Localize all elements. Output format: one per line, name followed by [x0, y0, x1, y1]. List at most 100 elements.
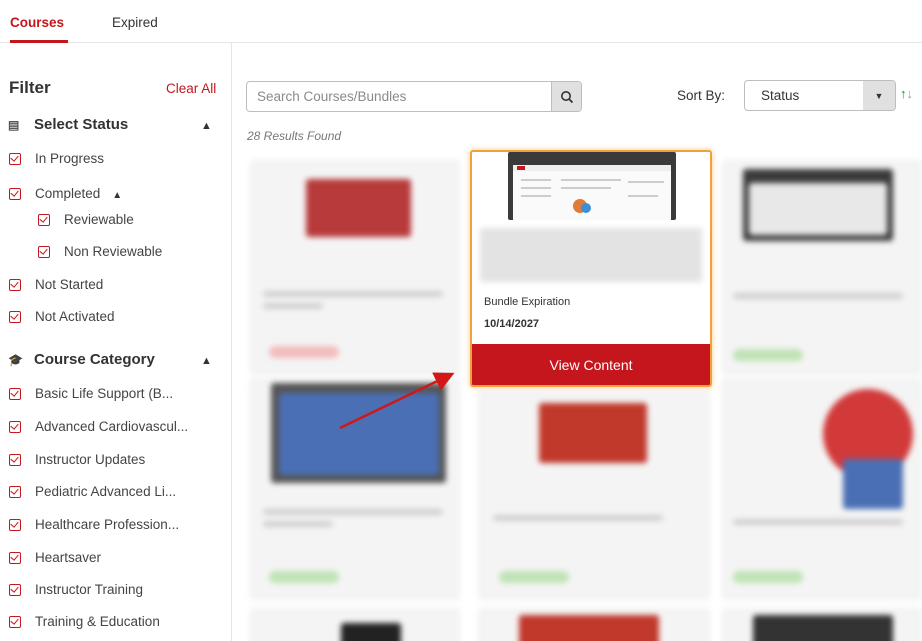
sort-select[interactable]: Status ▼	[744, 80, 896, 111]
checkbox-label: In Progress	[35, 151, 105, 166]
checkbox-label: Instructor Training	[35, 582, 144, 597]
course-title-placeholder	[493, 515, 663, 521]
chevron-down-icon[interactable]: ▼	[863, 81, 895, 110]
bundle-thumbnail-screen	[513, 165, 671, 220]
course-card[interactable]	[478, 390, 710, 600]
checkbox-checked-icon[interactable]	[9, 153, 21, 165]
featured-bundle-card[interactable]: Bundle Expiration 10/14/2027 View Conten…	[470, 150, 712, 387]
sort-select-value: Status	[761, 88, 800, 103]
status-non-reviewable-checkbox[interactable]: Non Reviewable	[38, 243, 162, 261]
checkbox-label: Heartsaver	[35, 550, 102, 565]
expiration-date: 10/14/2027	[484, 318, 540, 330]
course-thumbnail-detail	[843, 459, 903, 509]
search-button[interactable]	[551, 82, 581, 111]
category-checkbox[interactable]: Heartsaver	[9, 549, 101, 567]
checkbox-label: Training & Education	[35, 614, 160, 629]
filter-title: Filter	[9, 78, 51, 97]
status-in-progress-checkbox[interactable]: In Progress	[9, 150, 104, 168]
checkbox-checked-icon[interactable]	[9, 388, 21, 400]
checkbox-checked-icon[interactable]	[9, 311, 21, 323]
bundle-thumbnail	[508, 152, 676, 220]
checkbox-label: Pediatric Advanced Li...	[35, 484, 177, 499]
course-title-placeholder	[733, 293, 903, 299]
thumbnail-logo	[517, 166, 525, 170]
chevron-up-icon[interactable]: ▲	[112, 190, 122, 201]
category-checkbox[interactable]: Advanced Cardiovascul...	[9, 418, 188, 436]
course-card[interactable]	[250, 378, 460, 600]
tab-courses[interactable]: Courses	[10, 15, 64, 30]
checkbox-checked-icon[interactable]	[9, 519, 21, 531]
select-status-header[interactable]: ▤ Select Status	[8, 116, 128, 133]
checkbox-checked-icon[interactable]	[9, 188, 21, 200]
course-card[interactable]	[250, 160, 460, 375]
course-card[interactable]	[722, 378, 922, 600]
category-checkbox[interactable]: Healthcare Profession...	[9, 516, 179, 534]
course-card[interactable]	[722, 608, 922, 641]
filter-sidebar: Filter Clear All ▤ Select Status ▲ In Pro…	[0, 43, 232, 641]
category-checkbox[interactable]: Training & Education	[9, 613, 160, 631]
thumbnail-line	[561, 179, 621, 181]
category-checkbox[interactable]: Basic Life Support (B...	[9, 385, 173, 403]
thumbnail-line	[521, 179, 551, 181]
course-card[interactable]	[250, 608, 460, 641]
checkbox-checked-icon[interactable]	[9, 616, 21, 628]
arrow-down-icon[interactable]: ↓	[907, 86, 914, 101]
course-title-placeholder	[733, 519, 903, 525]
course-category-header[interactable]: 🎓 Course Category	[8, 351, 155, 368]
thumbnail-line	[628, 181, 664, 183]
course-title-placeholder	[263, 303, 323, 309]
sort-direction-toggle[interactable]: ↑↓	[900, 86, 913, 101]
course-thumbnail	[539, 403, 647, 463]
category-checkbox[interactable]: Instructor Updates	[9, 451, 145, 469]
course-thumbnail	[753, 615, 893, 641]
checkbox-label: Advanced Cardiovascul...	[35, 419, 189, 434]
checkbox-label: Completed	[35, 186, 101, 201]
clear-all-link[interactable]: Clear All	[166, 81, 216, 96]
chevron-up-icon[interactable]: ▲	[201, 120, 212, 132]
checkbox-checked-icon[interactable]	[38, 246, 50, 258]
checkbox-label: Non Reviewable	[64, 244, 163, 259]
search-input[interactable]	[257, 82, 547, 111]
view-content-button[interactable]: View Content	[472, 344, 710, 385]
status-reviewable-checkbox[interactable]: Reviewable	[38, 211, 134, 229]
status-badge	[269, 346, 339, 358]
sort-by-label: Sort By:	[677, 88, 726, 103]
status-not-started-checkbox[interactable]: Not Started	[9, 276, 103, 294]
course-thumbnail-screen	[749, 183, 887, 235]
checkbox-checked-icon[interactable]	[9, 279, 21, 291]
course-title-placeholder	[263, 291, 443, 297]
checkbox-checked-icon[interactable]	[9, 421, 21, 433]
search-icon	[560, 90, 573, 103]
checkbox-label: Instructor Updates	[35, 452, 146, 467]
checkbox-label: Basic Life Support (B...	[35, 386, 174, 401]
category-checkbox[interactable]: Pediatric Advanced Li...	[9, 483, 176, 501]
status-badge	[733, 349, 803, 361]
tab-expired[interactable]: Expired	[112, 15, 158, 30]
course-thumbnail	[306, 179, 411, 237]
status-not-activated-checkbox[interactable]: Not Activated	[9, 308, 115, 326]
search-box	[246, 81, 582, 112]
chevron-up-icon[interactable]: ▲	[201, 355, 212, 367]
checkbox-checked-icon[interactable]	[9, 584, 21, 596]
checkbox-checked-icon[interactable]	[9, 486, 21, 498]
thumbnail-line	[628, 195, 658, 197]
status-badge	[499, 571, 569, 583]
thumbnail-topbar	[513, 165, 671, 171]
checkbox-checked-icon[interactable]	[38, 214, 50, 226]
checkbox-checked-icon[interactable]	[9, 454, 21, 466]
bundle-title-placeholder	[480, 228, 702, 282]
course-card[interactable]	[478, 608, 710, 641]
checkbox-checked-icon[interactable]	[9, 552, 21, 564]
results-count: 28 Results Found	[247, 129, 342, 143]
status-completed-checkbox[interactable]: Completed ▲	[9, 185, 122, 203]
category-checkbox[interactable]: Instructor Training	[9, 581, 143, 599]
select-status-label: Select Status	[34, 116, 129, 133]
expiration-label: Bundle Expiration	[484, 296, 571, 308]
course-title-placeholder	[263, 521, 333, 527]
thumbnail-line	[521, 195, 551, 197]
course-thumbnail	[341, 623, 401, 641]
course-thumbnail-screen	[279, 393, 439, 475]
thumbnail-line	[561, 187, 611, 189]
course-card[interactable]	[722, 160, 922, 375]
course-category-label: Course Category	[34, 351, 155, 368]
